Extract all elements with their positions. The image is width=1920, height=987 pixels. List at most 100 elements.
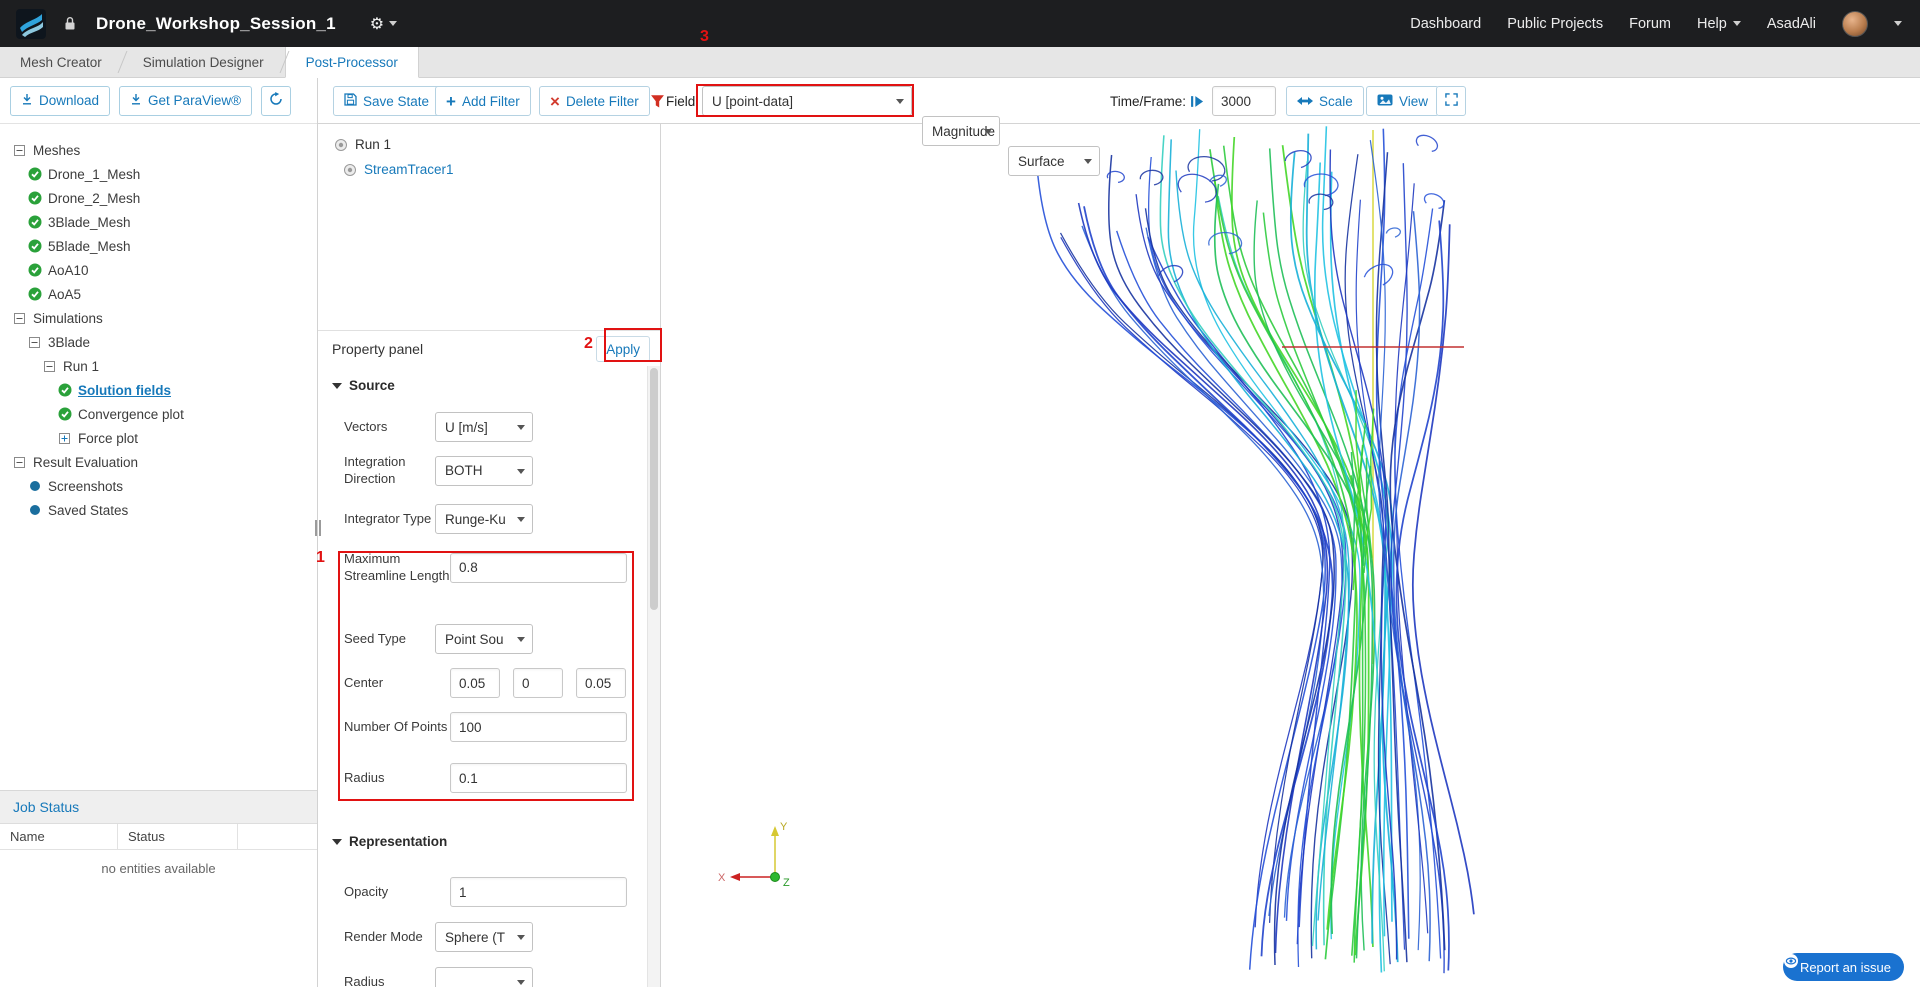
add-filter-button[interactable]: + Add Filter <box>435 86 531 116</box>
chevron-down-icon <box>517 468 525 474</box>
viewport-3d[interactable]: X Y Z Report an issue <box>662 124 1920 987</box>
username[interactable]: AsadAli <box>1767 16 1816 32</box>
tree-item-saved-states[interactable]: Saved States <box>0 498 317 522</box>
integrator-type-value: Runge-Ku <box>445 511 506 527</box>
tree-item-drone-2-mesh[interactable]: Drone_2_Mesh <box>0 186 317 210</box>
topbar: Drone_Workshop_Session_1 ⚙ Dashboard Pub… <box>0 0 1920 47</box>
center-z-input[interactable] <box>576 668 626 698</box>
nav-dashboard[interactable]: Dashboard <box>1410 16 1481 32</box>
user-menu-chevron-icon[interactable] <box>1894 21 1902 26</box>
vectors-select[interactable]: U [m/s] <box>435 412 533 442</box>
fit-view-button[interactable] <box>1436 86 1466 116</box>
tab-post-processor[interactable]: Post-Processor <box>284 47 419 78</box>
tree-item-3blade-mesh[interactable]: 3Blade_Mesh <box>0 210 317 234</box>
row-opacity: Opacity <box>344 877 639 907</box>
delete-filter-button[interactable]: × Delete Filter <box>539 86 650 116</box>
plus-icon: + <box>446 91 456 111</box>
tree-item-run-1[interactable]: Run 1 <box>0 354 317 378</box>
center-y-input[interactable] <box>513 668 563 698</box>
collapse-icon[interactable] <box>42 359 57 374</box>
view-button[interactable]: View <box>1366 86 1440 116</box>
tree-item-label: Meshes <box>33 142 81 158</box>
row-number-of-points: Number Of Points <box>344 712 639 742</box>
surface-select[interactable]: Surface <box>1008 146 1100 176</box>
get-paraview-label: Get ParaView® <box>148 93 242 108</box>
check-icon <box>27 263 42 278</box>
section-representation[interactable]: Representation <box>332 834 447 849</box>
seed-type-select[interactable]: Point Sou <box>435 624 533 654</box>
chevron-down-icon <box>517 517 525 522</box>
pipeline-item-label: Run 1 <box>355 137 392 152</box>
tree-item-screenshots[interactable]: Screenshots <box>0 474 317 498</box>
number-of-points-input[interactable] <box>450 712 627 742</box>
app-logo-icon[interactable] <box>16 8 46 39</box>
field-select[interactable]: U [point-data] <box>702 86 912 116</box>
tree-item-3blade[interactable]: 3Blade <box>0 330 317 354</box>
render-mode-value: Sphere (T <box>445 929 506 945</box>
project-settings-button[interactable]: ⚙ <box>370 14 398 34</box>
tree-item-aoa10[interactable]: AoA10 <box>0 258 317 282</box>
tree-item-convergence-plot[interactable]: Convergence plot <box>0 402 317 426</box>
save-state-label: Save State <box>363 93 430 109</box>
property-panel-header: Property panel Apply <box>318 330 660 366</box>
section-source[interactable]: Source <box>332 378 395 393</box>
check-icon <box>27 239 42 254</box>
tab-mesh-creator[interactable]: Mesh Creator <box>0 47 122 77</box>
tree-item-result-evaluation[interactable]: Result Evaluation <box>0 450 317 474</box>
get-paraview-button[interactable]: Get ParaView® <box>119 85 253 116</box>
panel-resize-handle[interactable] <box>315 520 322 536</box>
expand-icon[interactable] <box>57 431 72 446</box>
opacity-input[interactable] <box>450 877 627 907</box>
row-integration-direction: Integration Direction BOTH <box>344 454 639 488</box>
scrollbar-thumb[interactable] <box>650 368 658 610</box>
streamlines-render[interactable]: X Y Z <box>662 124 1920 987</box>
save-state-button[interactable]: Save State <box>333 86 441 116</box>
integrator-type-select[interactable]: Runge-Ku <box>435 504 533 534</box>
pipeline-item-streamtracer1[interactable]: StreamTracer1 <box>334 157 660 182</box>
visibility-icon[interactable] <box>334 138 348 152</box>
dot-icon <box>27 503 42 518</box>
integration-direction-select[interactable]: BOTH <box>435 455 533 486</box>
tree-item-aoa5[interactable]: AoA5 <box>0 282 317 306</box>
job-status-panel: Job Status Name Status no entities avail… <box>0 790 317 987</box>
center-x-input[interactable] <box>450 668 500 698</box>
tree-item-meshes[interactable]: Meshes <box>0 138 317 162</box>
collapse-icon[interactable] <box>12 455 27 470</box>
visibility-icon[interactable] <box>343 163 357 177</box>
svg-text:Y: Y <box>780 821 788 833</box>
render-mode-select[interactable]: Sphere (T <box>435 922 533 952</box>
tree-item-5blade-mesh[interactable]: 5Blade_Mesh <box>0 234 317 258</box>
radius-input[interactable] <box>450 763 627 793</box>
nav-help[interactable]: Help <box>1697 16 1741 32</box>
user-avatar[interactable] <box>1842 10 1868 37</box>
scale-button[interactable]: Scale <box>1286 86 1364 116</box>
fit-corners-icon <box>1444 93 1458 109</box>
tree-item-solution-fields[interactable]: Solution fields <box>0 378 317 402</box>
row-vectors: Vectors U [m/s] <box>344 412 639 442</box>
report-issue-button[interactable]: Report an issue <box>1782 953 1904 981</box>
tab-simulation-designer[interactable]: Simulation Designer <box>123 47 284 77</box>
apply-button[interactable]: Apply <box>596 336 650 362</box>
collapse-icon[interactable] <box>27 335 42 350</box>
tree-item-drone-1-mesh[interactable]: Drone_1_Mesh <box>0 162 317 186</box>
pipeline-item-run-1[interactable]: Run 1 <box>334 132 660 157</box>
refresh-button[interactable] <box>261 85 292 116</box>
radius-representation-select[interactable] <box>435 967 533 987</box>
chevron-down-icon <box>517 980 525 985</box>
vectors-value: U [m/s] <box>445 419 488 435</box>
collapse-icon[interactable] <box>12 311 27 326</box>
tree-item-force-plot[interactable]: Force plot <box>0 426 317 450</box>
sidebar: Download Get ParaView® Meshes Drone_1_Mes… <box>0 78 318 987</box>
clear-filters-icon[interactable] <box>650 86 665 116</box>
max-streamline-length-input[interactable] <box>450 552 627 583</box>
nav-public-projects[interactable]: Public Projects <box>1507 16 1603 32</box>
component-select[interactable]: Magnitude <box>922 116 1000 146</box>
tree-item-label: Solution fields <box>78 382 171 398</box>
collapse-icon[interactable] <box>12 143 27 158</box>
play-frame-icon[interactable] <box>1190 86 1205 116</box>
download-button[interactable]: Download <box>10 85 111 116</box>
time-frame-input[interactable] <box>1212 86 1276 116</box>
tree-item-simulations[interactable]: Simulations <box>0 306 317 330</box>
nav-forum[interactable]: Forum <box>1629 16 1671 32</box>
tree-item-label: Convergence plot <box>78 406 184 422</box>
